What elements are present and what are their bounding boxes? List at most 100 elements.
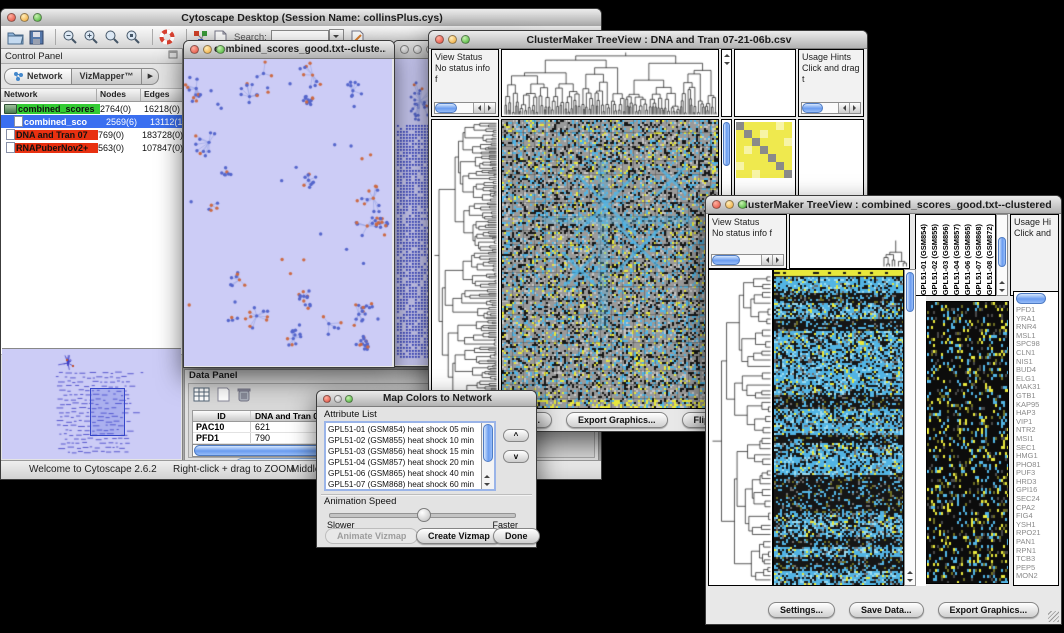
attribute-item[interactable]: GPL51-01 (GSM854) heat shock 05 min (328, 424, 494, 435)
zoom-out-button[interactable] (62, 29, 78, 45)
minimize-button[interactable] (334, 395, 342, 403)
network-table-row[interactable]: combined_scores 2764(0) 16218(0) (1, 102, 182, 115)
minimize-button[interactable] (725, 200, 734, 209)
column-label[interactable]: GPL51-08 (GSM872) (985, 224, 995, 295)
tv1-row-dendro[interactable] (432, 120, 498, 408)
done-button[interactable]: Done (493, 528, 540, 544)
treeview-button[interactable]: Export Graphics... (938, 602, 1040, 618)
column-label[interactable]: GPL51-07 (GSM868) (974, 224, 984, 295)
usage-hints-hscrollbar[interactable] (801, 102, 861, 114)
scroll-left-button[interactable] (761, 255, 772, 265)
attribute-item[interactable]: GPL51-02 (GSM855) heat shock 10 min (328, 435, 494, 446)
tab-vizmapper[interactable]: VizMapper™ (72, 68, 143, 85)
attribute-item[interactable]: GPL51-04 (GSM857) heat shock 20 min (328, 457, 494, 468)
column-scroll-strip[interactable] (721, 49, 732, 117)
column-label[interactable]: GPL51-06 (GSM865) (963, 224, 973, 295)
treeview-button[interactable]: Settings... (768, 602, 835, 618)
save-session-button[interactable] (29, 30, 44, 45)
network-table-row[interactable]: RNAPuberNov2+ 563(0) 107847(0) (1, 141, 182, 154)
column-header-nodes[interactable]: Nodes (97, 89, 141, 101)
help-lifering-icon[interactable] (159, 29, 175, 45)
scrollbar-thumb[interactable] (483, 424, 493, 462)
minimize-button[interactable] (448, 35, 457, 44)
column-label[interactable]: GPL51-04 (GSM857) (952, 224, 962, 295)
column-header-network[interactable]: Network (1, 89, 97, 101)
treeview-button[interactable]: Save Data... (849, 602, 924, 618)
scroll-right-button[interactable] (772, 255, 783, 265)
attribute-list-vscrollbar[interactable] (481, 423, 494, 489)
column-header-edges[interactable]: Edges (141, 89, 182, 101)
tv2-row-dendro[interactable] (709, 270, 772, 585)
close-button[interactable] (400, 45, 409, 54)
tv1-top-dendro[interactable] (502, 50, 718, 116)
scroll-right-button[interactable] (484, 103, 495, 113)
tab-network[interactable]: Network (4, 68, 72, 85)
network-canvas[interactable] (184, 59, 392, 366)
tv1-heatmap[interactable] (502, 120, 718, 408)
zoom-selected-button[interactable] (125, 29, 141, 45)
treeview-button[interactable]: Export Graphics... (566, 412, 668, 428)
open-session-button[interactable] (7, 30, 24, 45)
close-button[interactable] (7, 13, 16, 22)
close-button[interactable] (435, 35, 444, 44)
tv2-top-dendro[interactable] (790, 215, 909, 268)
zoom-in-button[interactable] (83, 29, 99, 45)
column-id[interactable]: ID (193, 411, 251, 421)
view-status-hscrollbar[interactable] (434, 102, 496, 114)
column-label[interactable]: GPL51-03 (GSM856) (941, 224, 951, 295)
scrollbar-thumb[interactable] (802, 103, 823, 113)
scroll-left-button[interactable] (838, 103, 849, 113)
treeview-dna-titlebar[interactable]: ClusterMaker TreeView : DNA and Tran 07-… (429, 31, 867, 49)
create-vizmap-button[interactable]: Create Vizmap (416, 528, 502, 544)
scrollbar-thumb[interactable] (1016, 293, 1046, 304)
close-button[interactable] (323, 395, 331, 403)
network-table-row[interactable]: DNA and Tran 07 769(0) 183728(0) (1, 128, 182, 141)
network-overview-panel[interactable] (2, 348, 181, 460)
network-window-titlebar[interactable]: combined_scores_good.txt--cluste... (184, 41, 394, 59)
gene-label[interactable]: MON2 (1016, 572, 1058, 581)
treeview-combined-titlebar[interactable]: ClusterMaker TreeView : combined_scores_… (706, 196, 1061, 214)
heatmap-vscrollbar[interactable] (904, 269, 916, 586)
float-panel-icon[interactable] (168, 50, 178, 62)
attribute-table-icon[interactable] (193, 387, 210, 407)
minimize-button[interactable] (203, 45, 212, 54)
zoom-button[interactable] (33, 13, 42, 22)
column-label[interactable]: GPL51-02 (GSM855) (930, 224, 940, 295)
scrollbar-thumb[interactable] (435, 103, 457, 113)
animation-speed-slider[interactable] (329, 513, 516, 518)
new-attribute-icon[interactable] (217, 387, 230, 407)
similarity-matrix[interactable] (736, 122, 795, 178)
overview-viewport-rect[interactable] (90, 388, 125, 436)
main-window-titlebar[interactable]: Cytoscape Desktop (Session Name: collins… (1, 9, 601, 27)
scrollbar-thumb[interactable] (723, 122, 730, 166)
zoom-button[interactable] (738, 200, 747, 209)
move-up-button[interactable]: ^ (503, 429, 529, 442)
close-button[interactable] (712, 200, 721, 209)
attribute-item[interactable]: GPL51-03 (GSM856) heat shock 15 min (328, 446, 494, 457)
scrollbar-thumb[interactable] (998, 237, 1006, 267)
minimize-button[interactable] (413, 45, 422, 54)
column-labels-vscrollbar[interactable] (996, 214, 1008, 296)
scrollbar-thumb[interactable] (712, 255, 740, 265)
zoom-button[interactable] (345, 395, 353, 403)
move-down-button[interactable]: v (503, 450, 529, 463)
network-table-row[interactable]: combined_sco 2569(6) 13112(15) (1, 115, 182, 128)
slider-thumb[interactable] (417, 508, 431, 522)
tv2-heatmap-right[interactable] (927, 302, 1008, 583)
column-label[interactable]: GPL51-01 (GSM854) (919, 224, 929, 295)
zoom-fit-button[interactable] (104, 29, 120, 45)
minimize-button[interactable] (20, 13, 29, 22)
scroll-right-button[interactable] (849, 103, 860, 113)
scroll-left-button[interactable] (473, 103, 484, 113)
tv2-heatmap-main[interactable] (774, 270, 903, 585)
tab-overflow-button[interactable]: ▶ (142, 68, 159, 85)
delete-attribute-trash-icon[interactable] (237, 387, 251, 407)
attribute-item[interactable]: GPL51-06 (GSM865) heat shock 40 min (328, 468, 494, 479)
gene-labels-hscrollbar[interactable] (1016, 293, 1056, 304)
resize-grip[interactable] (1048, 611, 1059, 622)
attribute-item[interactable]: GPL51-07 (GSM868) heat shock 60 min (328, 479, 494, 490)
view-status-hscrollbar[interactable] (711, 254, 784, 266)
animate-vizmap-button[interactable]: Animate Vizmap (325, 528, 418, 544)
close-button[interactable] (190, 45, 199, 54)
dialog-titlebar[interactable]: Map Colors to Network (317, 391, 536, 407)
